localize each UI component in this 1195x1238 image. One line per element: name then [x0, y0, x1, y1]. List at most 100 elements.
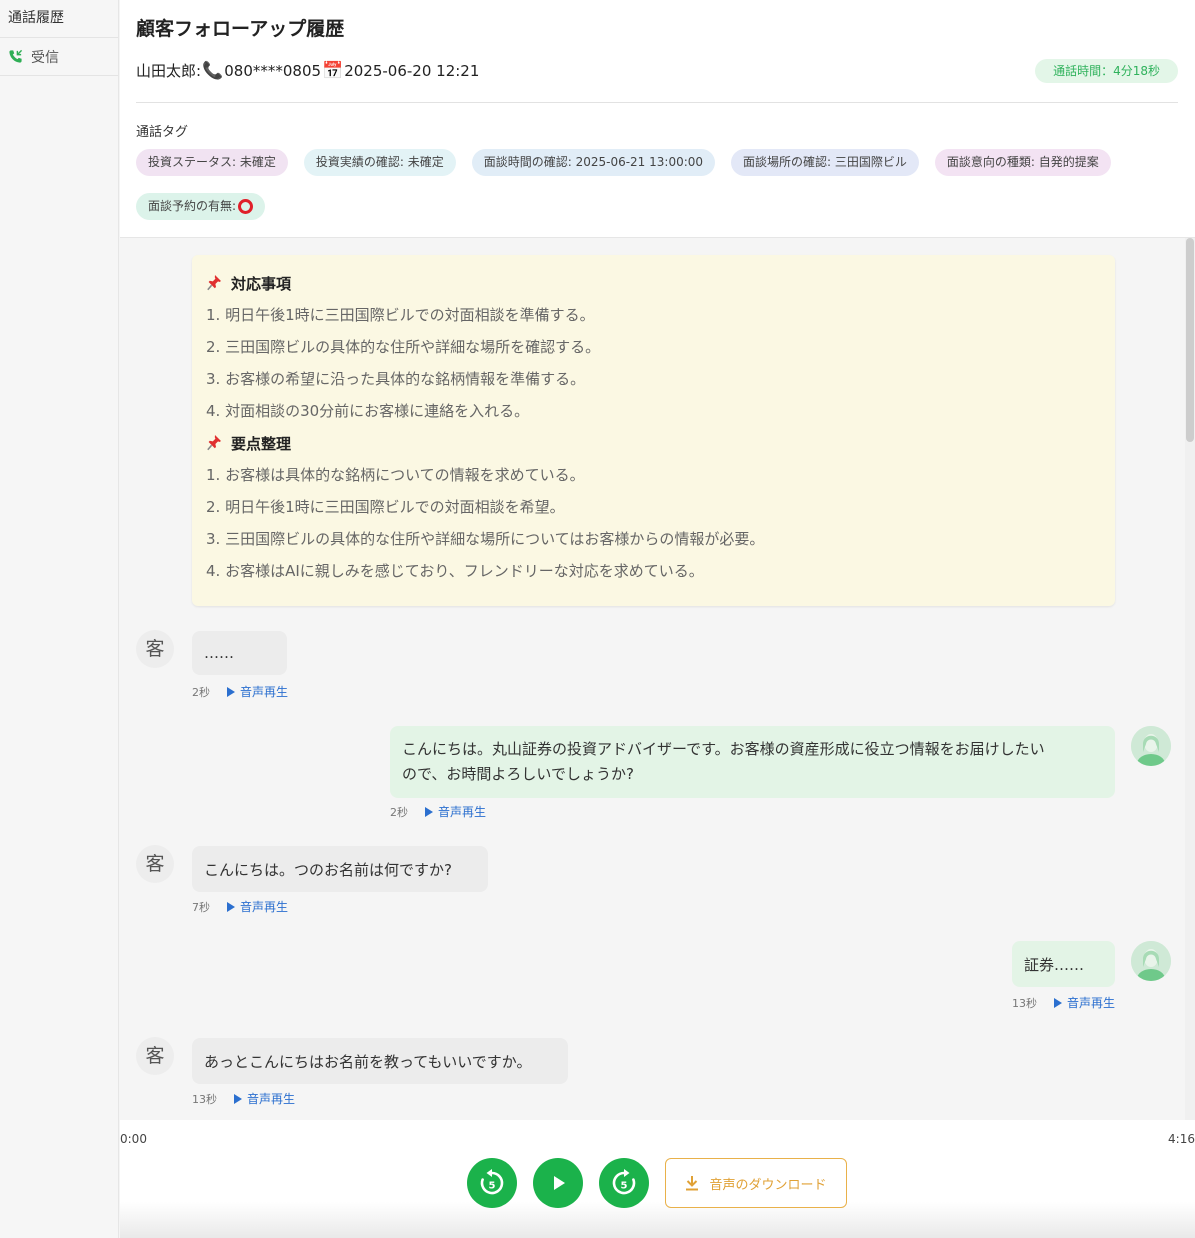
play-icon [234, 1093, 242, 1104]
agent-message: 証券…… [1012, 941, 1115, 987]
pushpin-icon [207, 435, 221, 451]
agent-avatar [1131, 726, 1171, 766]
point-item: 1. お客様は具体的な銘柄についての情報を求めている。 [206, 466, 585, 484]
download-label: 音声のダウンロード [709, 1177, 827, 1193]
play-audio-link[interactable]: 音声再生 [227, 898, 288, 915]
rewind-seconds: 5 [489, 1181, 496, 1192]
tag-text: 投資実績の確認: 未確定 [315, 155, 444, 169]
forward-button[interactable]: 5 [599, 1158, 649, 1208]
actions-heading: 対応事項 [206, 267, 1101, 299]
sidebar: 通話履歴 受信 [0, 0, 119, 1238]
sidebar-title: 通話履歴 [0, 0, 118, 38]
play-audio-link[interactable]: 音声再生 [425, 803, 486, 820]
call-tags: 投資ステータス: 未確定 投資実績の確認: 未確定 面談時間の確認: 2025-… [136, 149, 1176, 220]
customer-message: あっとこんにちはお名前を教ってもいいですか。 [192, 1038, 568, 1084]
page-title: 顧客フォローアップ履歴 [136, 18, 345, 40]
customer-message: こんにちは。つのお名前は何ですか? [192, 846, 488, 892]
total-time: 4:16 [1168, 1132, 1195, 1146]
play-audio-link[interactable]: 音声再生 [234, 1090, 295, 1107]
customer-avatar: 客 [136, 1037, 174, 1075]
summary-card: 対応事項 1. 明日午後1時に三田国際ビルでの対面相談を準備する。 2. 三田国… [192, 255, 1115, 606]
play-icon [1054, 997, 1062, 1008]
action-item: 2. 三田国際ビルの具体的な住所や詳細な場所を確認する。 [206, 338, 601, 356]
tag-meeting-place: 面談場所の確認: 三田国際ビル [731, 149, 919, 176]
agent-message-line: ので、お時間よろしいでしょうか? [402, 765, 634, 783]
action-item: 1. 明日午後1時に三田国際ビルでの対面相談を準備する。 [206, 306, 595, 324]
scrollbar-thumb[interactable] [1186, 238, 1194, 442]
message-meta: 2秒 音声再生 [390, 803, 486, 820]
customer-avatar: 客 [136, 845, 174, 883]
play-audio-link[interactable]: 音声再生 [1054, 994, 1115, 1011]
incoming-call-icon [9, 49, 23, 63]
play-icon [227, 686, 235, 697]
point-item: 4. お客様はAIに親しみを感じており、フレンドリーな対応を求めている。 [206, 562, 704, 580]
tag-meeting-reserved: 面談予約の有無: [136, 193, 266, 220]
play-icon [554, 1176, 565, 1190]
message-meta: 13秒 音声再生 [1012, 994, 1115, 1011]
download-audio-button[interactable]: 音声のダウンロード [665, 1158, 847, 1208]
customer-phone: 080****0805 [224, 61, 322, 80]
header-divider [136, 102, 1178, 103]
forward-seconds: 5 [621, 1181, 628, 1192]
message-time: 13秒 [1012, 996, 1037, 1010]
play-icon [425, 806, 433, 817]
agent-message-line: こんにちは。丸山証券の投資アドバイザーです。お客様の資産形成に役立つ情報をお届け… [402, 740, 1045, 758]
tag-investment-status: 投資ステータス: 未確定 [136, 149, 288, 176]
play-button[interactable] [533, 1158, 583, 1208]
point-item: 2. 明日午後1時に三田国際ビルでの対面相談を希望。 [206, 498, 565, 516]
agent-avatar [1131, 941, 1171, 981]
download-icon [686, 1176, 699, 1191]
points-title: 要点整理 [231, 434, 292, 453]
tag-meeting-time: 面談時間の確認: 2025-06-21 13:00:00 [471, 149, 716, 176]
tag-text: 面談予約の有無: [148, 199, 237, 213]
call-duration-badge: 通話時間：4分18秒 [1035, 59, 1178, 83]
tag-investment-record: 投資実績の確認: 未確定 [303, 149, 456, 176]
action-item: 3. お客様の希望に沿った具体的な銘柄情報を準備する。 [206, 370, 586, 388]
tag-text: 面談時間の確認: 2025-06-21 13:00:00 [483, 155, 704, 169]
scrollbar[interactable] [1185, 238, 1195, 1120]
play-audio-label: 音声再生 [247, 1092, 296, 1106]
call-datetime: 2025-06-20 12:21 [344, 61, 480, 80]
red-circle-icon [238, 199, 254, 214]
transcript-area[interactable]: 対応事項 1. 明日午後1時に三田国際ビルでの対面相談を準備する。 2. 三田国… [120, 238, 1195, 1120]
current-time: 0:00 [120, 1132, 147, 1146]
play-audio-label: 音声再生 [240, 900, 289, 914]
customer-name: 山田太郎: [136, 62, 202, 80]
actions-title: 対応事項 [231, 274, 292, 293]
tag-meeting-intent: 面談意向の種類: 自発的提案 [934, 149, 1111, 176]
sidebar-item-incoming[interactable]: 受信 [0, 38, 118, 76]
message-meta: 2秒 音声再生 [192, 683, 288, 700]
play-audio-link[interactable]: 音声再生 [227, 683, 288, 700]
pushpin-icon [207, 275, 221, 291]
message-time: 2秒 [192, 685, 210, 699]
message-meta: 7秒 音声再生 [192, 898, 288, 915]
caller-info: 山田太郎: 📞 080****0805 📅 2025-06-20 12:21 [136, 60, 479, 81]
play-audio-label: 音声再生 [240, 685, 289, 699]
phone-icon: 📞 [202, 60, 224, 81]
tags-label: 通話タグ [136, 125, 189, 140]
agent-avatar-image [1131, 941, 1171, 981]
message-meta: 13秒 音声再生 [192, 1090, 295, 1107]
sidebar-item-label: 受信 [31, 49, 59, 66]
customer-message: …… [192, 631, 287, 675]
action-item: 4. 対面相談の30分前にお客様に連絡を入れる。 [206, 402, 530, 420]
rewind-button[interactable]: 5 [467, 1158, 517, 1208]
agent-avatar-image [1131, 726, 1171, 766]
point-item: 3. 三田国際ビルの具体的な住所や詳細な場所についてはお客様からの情報が必要。 [206, 530, 765, 548]
agent-message: こんにちは。丸山証券の投資アドバイザーです。お客様の資産形成に役立つ情報をお届け… [390, 726, 1115, 798]
message-time: 2秒 [390, 805, 408, 819]
call-header: 顧客フォローアップ履歴 山田太郎: 📞 080****0805 📅 2025-0… [120, 0, 1195, 238]
calendar-icon: 📅 [322, 60, 344, 81]
play-icon [227, 901, 235, 912]
points-heading: 要点整理 [206, 427, 1101, 459]
message-time: 7秒 [192, 900, 210, 914]
rewind-5-icon: 5 [480, 1169, 504, 1195]
customer-avatar: 客 [136, 630, 174, 668]
tag-text: 投資ステータス: 未確定 [148, 155, 276, 169]
audio-player: 0:00 4:16 5 5 音声のダウンロード [120, 1120, 1195, 1238]
tag-text: 面談場所の確認: 三田国際ビル [743, 155, 907, 169]
play-audio-label: 音声再生 [1067, 996, 1116, 1010]
forward-5-icon: 5 [612, 1169, 636, 1195]
tag-text: 面談意向の種類: 自発的提案 [946, 155, 1099, 169]
play-audio-label: 音声再生 [438, 805, 487, 819]
